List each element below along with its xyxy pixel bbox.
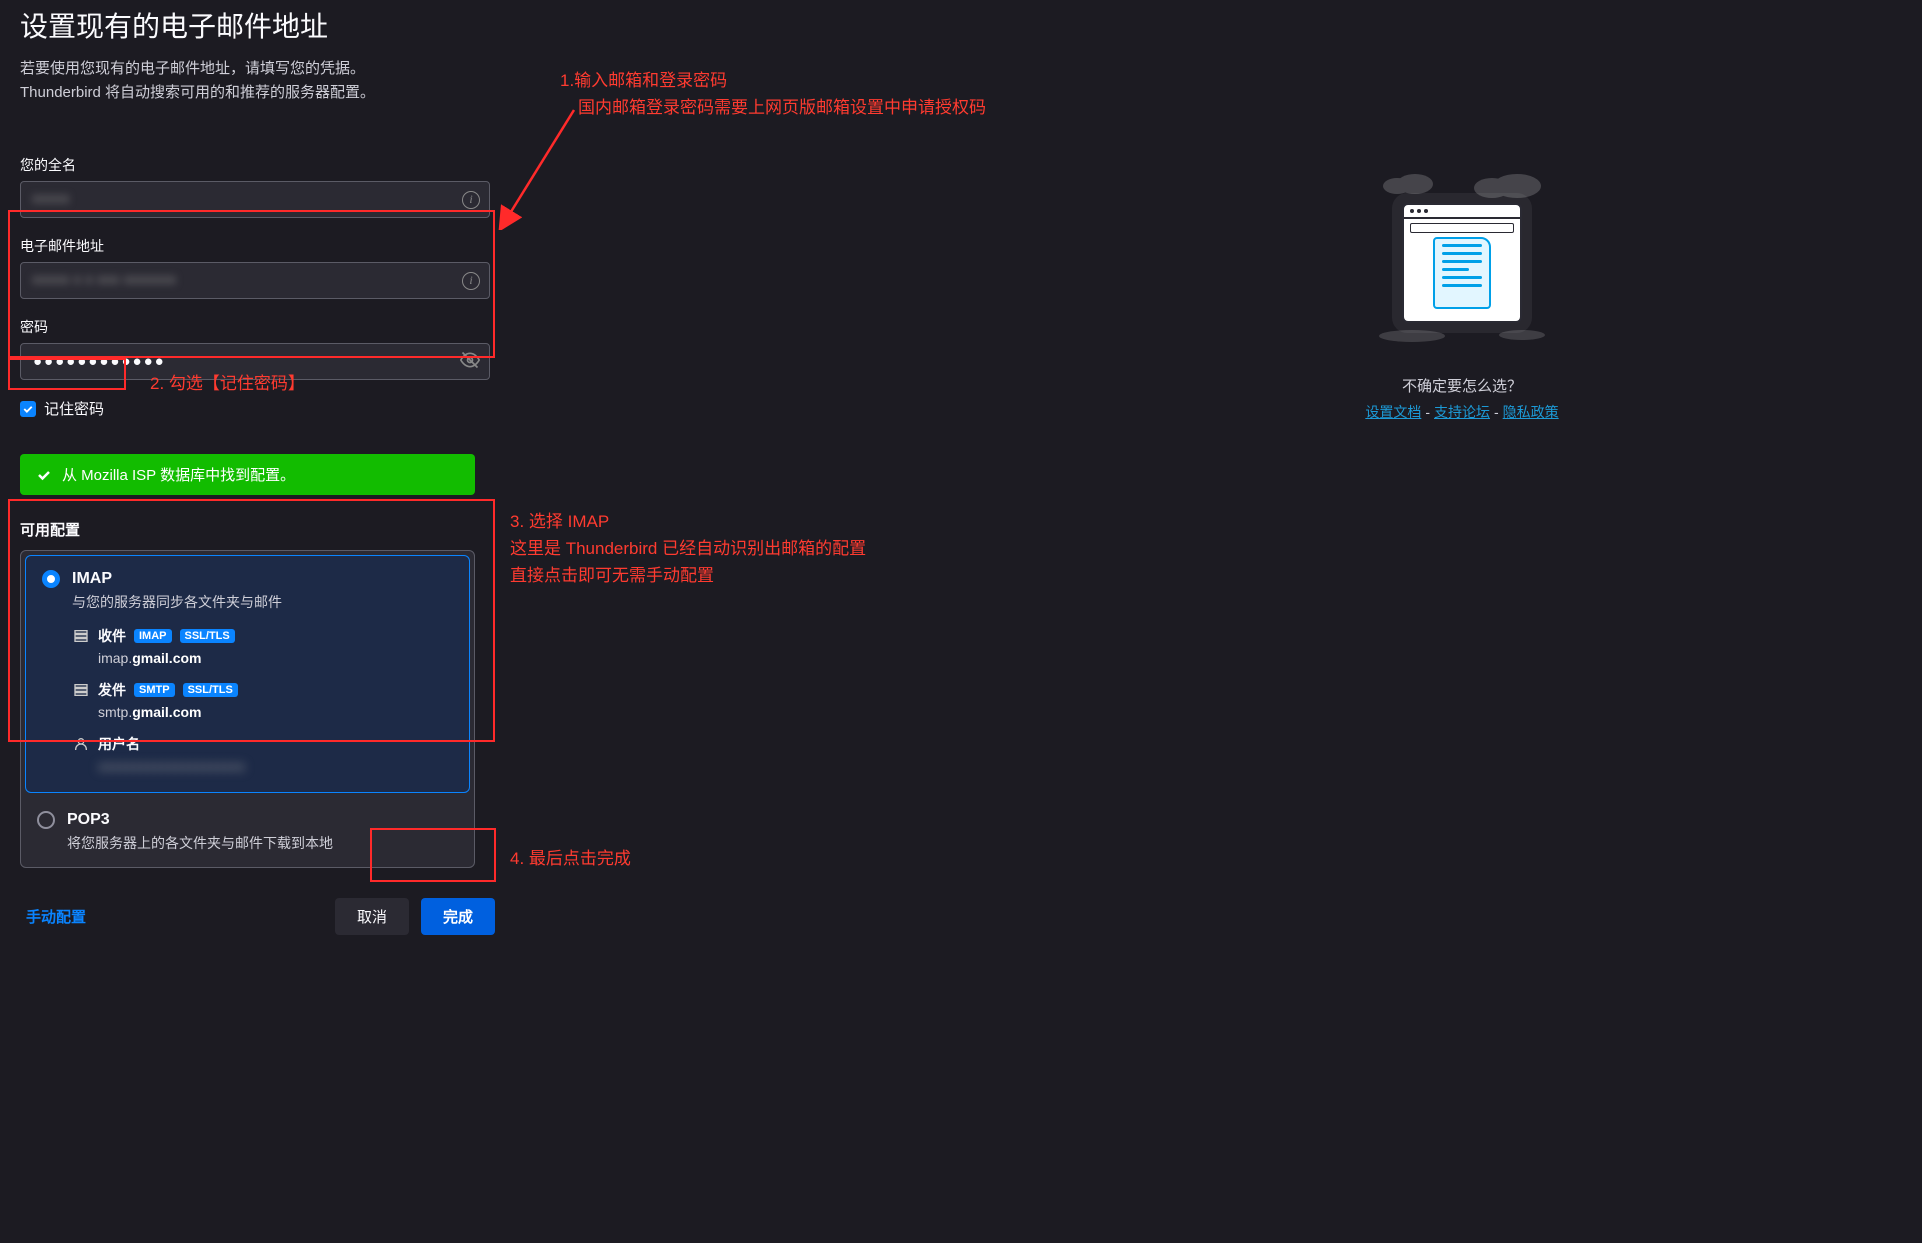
- annotation-text-3: 3. 选择 IMAP 这里是 Thunderbird 已经自动识别出邮箱的配置 …: [510, 508, 866, 590]
- user-icon: [72, 736, 90, 752]
- help-links: 设置文档-支持论坛-隐私政策: [1322, 402, 1602, 422]
- help-prompt: 不确定要怎么选？: [1322, 375, 1602, 396]
- remember-password-checkbox[interactable]: [20, 401, 36, 417]
- pop3-desc: 将您服务器上的各文件夹与邮件下载到本地: [67, 833, 458, 853]
- cancel-button[interactable]: 取消: [335, 898, 409, 935]
- manual-config-link[interactable]: 手动配置: [26, 906, 86, 927]
- pop3-title: POP3: [67, 811, 110, 829]
- info-icon[interactable]: i: [462, 272, 480, 290]
- page-title: 设置现有的电子邮件地址: [20, 5, 1902, 45]
- annotation-text-2: 2. 勾选【记住密码】: [150, 370, 305, 397]
- show-password-icon[interactable]: [460, 350, 480, 374]
- incoming-label: 收件: [98, 626, 126, 646]
- support-forum-link[interactable]: 支持论坛: [1434, 404, 1490, 420]
- username-value: xxxxxxxxxxxxxxxxxxxxx: [98, 758, 453, 774]
- available-config-label: 可用配置: [20, 519, 490, 540]
- config-option-imap[interactable]: IMAP 与您的服务器同步各文件夹与邮件 收件 IMAP SSL/TLS ima…: [25, 555, 470, 793]
- imap-desc: 与您的服务器同步各文件夹与邮件: [72, 592, 453, 612]
- outgoing-host: smtp.gmail.com: [98, 704, 453, 720]
- remember-password-label: 记住密码: [44, 398, 104, 419]
- document-icon: [1433, 237, 1491, 309]
- privacy-policy-link[interactable]: 隐私政策: [1503, 404, 1559, 420]
- incoming-host: imap.gmail.com: [98, 650, 453, 666]
- fullname-label: 您的全名: [20, 155, 490, 175]
- check-icon: [36, 467, 52, 483]
- browser-illustration: [1402, 203, 1522, 323]
- email-label: 电子邮件地址: [20, 236, 490, 256]
- help-panel: 不确定要怎么选？ 设置文档-支持论坛-隐私政策: [1322, 170, 1602, 422]
- outgoing-icon: [72, 682, 90, 698]
- username-label: 用户名: [98, 734, 140, 754]
- info-icon[interactable]: i: [462, 191, 480, 209]
- pop3-radio[interactable]: [37, 811, 55, 829]
- smtp-tag: SMTP: [134, 683, 175, 697]
- annotation-text-1: 1.输入邮箱和登录密码 国内邮箱登录密码需要上网页版邮箱设置中申请授权码: [560, 67, 986, 121]
- config-found-banner: 从 Mozilla ISP 数据库中找到配置。: [20, 454, 475, 495]
- config-option-pop3[interactable]: POP3 将您服务器上的各文件夹与邮件下载到本地: [21, 797, 474, 867]
- fullname-input[interactable]: [20, 181, 490, 218]
- imap-title: IMAP: [72, 570, 112, 588]
- imap-tag: IMAP: [134, 629, 172, 643]
- fullname-value-blur: xxxxx: [32, 190, 70, 207]
- outgoing-label: 发件: [98, 680, 126, 700]
- password-label: 密码: [20, 317, 490, 337]
- ssl-tag: SSL/TLS: [183, 683, 238, 697]
- ssl-tag: SSL/TLS: [180, 629, 235, 643]
- annotation-text-4: 4. 最后点击完成: [510, 845, 631, 872]
- setup-docs-link[interactable]: 设置文档: [1365, 404, 1421, 420]
- done-button[interactable]: 完成: [421, 898, 495, 935]
- config-options: IMAP 与您的服务器同步各文件夹与邮件 收件 IMAP SSL/TLS ima…: [20, 550, 475, 868]
- email-value-blur: xxxxx x x xxx xxxxxxx: [32, 271, 176, 288]
- imap-radio[interactable]: [42, 570, 60, 588]
- incoming-icon: [72, 628, 90, 644]
